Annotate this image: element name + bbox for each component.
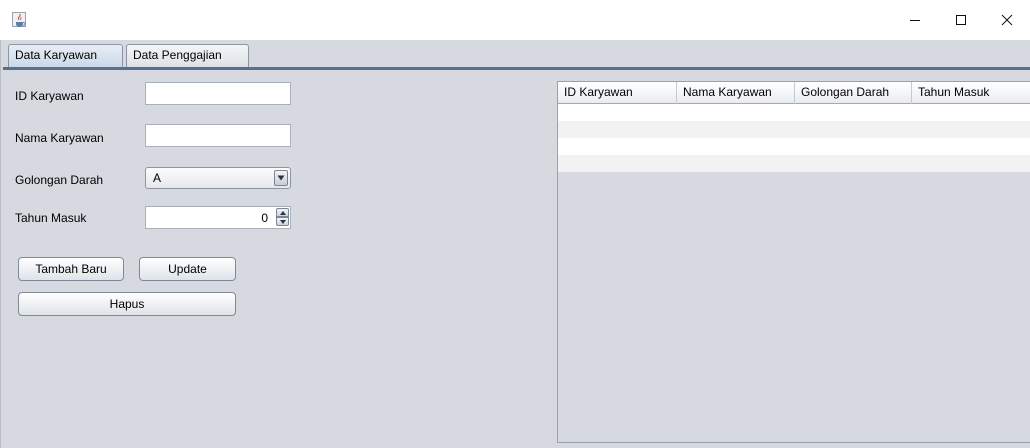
table-row[interactable] <box>558 104 1030 121</box>
tab-data-penggajian-label: Data Penggajian <box>133 48 222 62</box>
spinner-up-arrow-icon[interactable] <box>276 208 289 217</box>
nama-karyawan-label: Nama Karyawan <box>15 131 104 145</box>
table-row[interactable] <box>558 138 1030 155</box>
maximize-icon <box>956 15 966 25</box>
golongan-darah-select[interactable]: A <box>145 167 291 189</box>
close-button[interactable] <box>984 0 1030 40</box>
tab-data-penggajian[interactable]: Data Penggajian <box>126 44 249 67</box>
minimize-button[interactable] <box>892 0 938 40</box>
hapus-button[interactable]: Hapus <box>18 292 236 316</box>
golongan-darah-value: A <box>153 171 162 185</box>
column-header-nama-karyawan[interactable]: Nama Karyawan <box>677 82 795 104</box>
tambah-baru-button[interactable]: Tambah Baru <box>18 257 124 281</box>
tab-underline <box>3 67 1030 70</box>
spinner-down-arrow-icon[interactable] <box>276 217 289 226</box>
tab-data-karyawan-label: Data Karyawan <box>15 48 98 62</box>
tahun-masuk-label: Tahun Masuk <box>15 211 87 225</box>
tab-strip: Data Karyawan Data Penggajian <box>1 40 1030 70</box>
close-icon <box>1001 14 1013 26</box>
column-header-tahun-masuk[interactable]: Tahun Masuk <box>912 82 1030 104</box>
table-header: ID Karyawan Nama Karyawan Golongan Darah… <box>558 82 1030 104</box>
id-karyawan-label: ID Karyawan <box>15 89 84 103</box>
tahun-masuk-value: 0 <box>261 211 268 225</box>
table-row[interactable] <box>558 155 1030 172</box>
minimize-icon <box>910 20 920 21</box>
id-karyawan-input[interactable] <box>145 82 291 105</box>
main-panel: Data Karyawan Data Penggajian ID Karyawa… <box>0 40 1030 448</box>
tab-data-karyawan[interactable]: Data Karyawan <box>8 44 123 68</box>
title-bar <box>0 0 1030 40</box>
column-header-golongan-darah[interactable]: Golongan Darah <box>795 82 912 104</box>
nama-karyawan-input[interactable] <box>145 124 291 147</box>
spinner-buttons <box>276 208 289 227</box>
golongan-darah-label: Golongan Darah <box>15 173 104 187</box>
chevron-down-icon[interactable] <box>274 170 288 186</box>
tahun-masuk-spinner[interactable]: 0 <box>145 206 291 229</box>
karyawan-table[interactable]: ID Karyawan Nama Karyawan Golongan Darah… <box>557 81 1030 443</box>
table-row[interactable] <box>558 121 1030 138</box>
maximize-button[interactable] <box>938 0 984 40</box>
update-button[interactable]: Update <box>139 257 236 281</box>
java-cup-icon[interactable] <box>12 12 26 27</box>
column-header-id-karyawan[interactable]: ID Karyawan <box>558 82 677 104</box>
